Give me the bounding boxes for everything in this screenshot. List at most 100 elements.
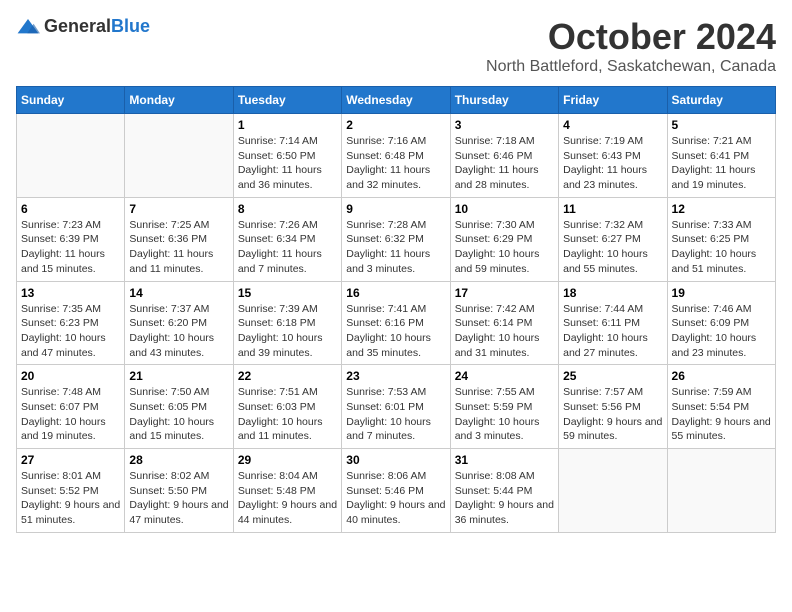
- col-header-tuesday: Tuesday: [233, 87, 341, 114]
- calendar-cell: 26 Sunrise: 7:59 AM Sunset: 5:54 PM Dayli…: [667, 365, 775, 449]
- col-header-saturday: Saturday: [667, 87, 775, 114]
- day-number: 8: [238, 202, 337, 216]
- day-details: Sunrise: 8:06 AM Sunset: 5:46 PM Dayligh…: [346, 469, 445, 528]
- calendar-cell: 19Sunrise: 7:46 AM Sunset: 6:09 PM Dayli…: [667, 281, 775, 365]
- day-number: 22: [238, 369, 337, 383]
- col-header-thursday: Thursday: [450, 87, 558, 114]
- logo: GeneralBlue: [16, 16, 150, 37]
- calendar-cell: 1 Sunrise: 7:14 AM Sunset: 6:50 PM Daylig…: [233, 114, 341, 198]
- day-details: Sunrise: 7:51 AM Sunset: 6:03 PM Dayligh…: [238, 385, 337, 444]
- calendar-cell: [559, 449, 667, 533]
- day-number: 1: [238, 118, 337, 132]
- calendar-cell: 23 Sunrise: 7:53 AM Sunset: 6:01 PM Dayli…: [342, 365, 450, 449]
- day-number: 4: [563, 118, 662, 132]
- day-details: Sunrise: 7:44 AM Sunset: 6:11 PM Dayligh…: [563, 302, 662, 361]
- calendar-cell: 9Sunrise: 7:28 AM Sunset: 6:32 PM Daylig…: [342, 197, 450, 281]
- day-details: Sunrise: 7:39 AM Sunset: 6:18 PM Dayligh…: [238, 302, 337, 361]
- calendar-week-row: 6 Sunrise: 7:23 AM Sunset: 6:39 PM Daylig…: [17, 197, 776, 281]
- calendar-cell: 20Sunrise: 7:48 AM Sunset: 6:07 PM Dayli…: [17, 365, 125, 449]
- location: North Battleford, Saskatchewan, Canada: [486, 58, 776, 76]
- day-number: 21: [129, 369, 228, 383]
- day-number: 26: [672, 369, 771, 383]
- day-details: Sunrise: 8:04 AM Sunset: 5:48 PM Dayligh…: [238, 469, 337, 528]
- calendar-cell: 18Sunrise: 7:44 AM Sunset: 6:11 PM Dayli…: [559, 281, 667, 365]
- day-details: Sunrise: 7:18 AM Sunset: 6:46 PM Dayligh…: [455, 134, 554, 193]
- day-details: Sunrise: 7:37 AM Sunset: 6:20 PM Dayligh…: [129, 302, 228, 361]
- day-number: 29: [238, 453, 337, 467]
- calendar-cell: 6 Sunrise: 7:23 AM Sunset: 6:39 PM Daylig…: [17, 197, 125, 281]
- day-number: 31: [455, 453, 554, 467]
- day-details: Sunrise: 7:53 AM Sunset: 6:01 PM Dayligh…: [346, 385, 445, 444]
- logo-blue: Blue: [111, 16, 150, 36]
- logo-general: General: [44, 16, 111, 36]
- day-details: Sunrise: 7:59 AM Sunset: 5:54 PM Dayligh…: [672, 385, 771, 444]
- day-details: Sunrise: 7:55 AM Sunset: 5:59 PM Dayligh…: [455, 385, 554, 444]
- calendar-cell: 21Sunrise: 7:50 AM Sunset: 6:05 PM Dayli…: [125, 365, 233, 449]
- day-details: Sunrise: 7:41 AM Sunset: 6:16 PM Dayligh…: [346, 302, 445, 361]
- day-number: 15: [238, 286, 337, 300]
- calendar-cell: 27Sunrise: 8:01 AM Sunset: 5:52 PM Dayli…: [17, 449, 125, 533]
- day-number: 6: [21, 202, 120, 216]
- day-details: Sunrise: 7:48 AM Sunset: 6:07 PM Dayligh…: [21, 385, 120, 444]
- calendar-cell: 5Sunrise: 7:21 AM Sunset: 6:41 PM Daylig…: [667, 114, 775, 198]
- calendar-cell: 31Sunrise: 8:08 AM Sunset: 5:44 PM Dayli…: [450, 449, 558, 533]
- day-number: 10: [455, 202, 554, 216]
- calendar-week-row: 20Sunrise: 7:48 AM Sunset: 6:07 PM Dayli…: [17, 365, 776, 449]
- calendar-week-row: 13 Sunrise: 7:35 AM Sunset: 6:23 PM Dayli…: [17, 281, 776, 365]
- day-details: Sunrise: 7:16 AM Sunset: 6:48 PM Dayligh…: [346, 134, 445, 193]
- day-number: 13: [21, 286, 120, 300]
- day-details: Sunrise: 7:35 AM Sunset: 6:23 PM Dayligh…: [21, 302, 120, 361]
- calendar-cell: 10 Sunrise: 7:30 AM Sunset: 6:29 PM Dayli…: [450, 197, 558, 281]
- col-header-monday: Monday: [125, 87, 233, 114]
- calendar-week-row: 27Sunrise: 8:01 AM Sunset: 5:52 PM Dayli…: [17, 449, 776, 533]
- day-details: Sunrise: 8:02 AM Sunset: 5:50 PM Dayligh…: [129, 469, 228, 528]
- day-number: 28: [129, 453, 228, 467]
- calendar-cell: [17, 114, 125, 198]
- day-details: Sunrise: 7:14 AM Sunset: 6:50 PM Dayligh…: [238, 134, 337, 193]
- calendar-cell: 13 Sunrise: 7:35 AM Sunset: 6:23 PM Dayli…: [17, 281, 125, 365]
- day-number: 25: [563, 369, 662, 383]
- calendar-cell: 8 Sunrise: 7:26 AM Sunset: 6:34 PM Daylig…: [233, 197, 341, 281]
- calendar-cell: 29 Sunrise: 8:04 AM Sunset: 5:48 PM Dayli…: [233, 449, 341, 533]
- day-number: 30: [346, 453, 445, 467]
- calendar-cell: 14 Sunrise: 7:37 AM Sunset: 6:20 PM Dayli…: [125, 281, 233, 365]
- calendar-cell: 22 Sunrise: 7:51 AM Sunset: 6:03 PM Dayli…: [233, 365, 341, 449]
- day-details: Sunrise: 7:26 AM Sunset: 6:34 PM Dayligh…: [238, 218, 337, 277]
- day-details: Sunrise: 7:33 AM Sunset: 6:25 PM Dayligh…: [672, 218, 771, 277]
- col-header-sunday: Sunday: [17, 87, 125, 114]
- day-details: Sunrise: 8:01 AM Sunset: 5:52 PM Dayligh…: [21, 469, 120, 528]
- logo-icon: [16, 17, 40, 37]
- day-number: 24: [455, 369, 554, 383]
- header: GeneralBlue October 2024 North Battlefor…: [16, 16, 776, 76]
- calendar-cell: 2 Sunrise: 7:16 AM Sunset: 6:48 PM Daylig…: [342, 114, 450, 198]
- col-header-friday: Friday: [559, 87, 667, 114]
- calendar-cell: 30 Sunrise: 8:06 AM Sunset: 5:46 PM Dayli…: [342, 449, 450, 533]
- day-number: 17: [455, 286, 554, 300]
- calendar-cell: 16 Sunrise: 7:41 AM Sunset: 6:16 PM Dayli…: [342, 281, 450, 365]
- day-details: Sunrise: 7:30 AM Sunset: 6:29 PM Dayligh…: [455, 218, 554, 277]
- day-details: Sunrise: 7:42 AM Sunset: 6:14 PM Dayligh…: [455, 302, 554, 361]
- day-number: 5: [672, 118, 771, 132]
- day-number: 3: [455, 118, 554, 132]
- day-number: 7: [129, 202, 228, 216]
- calendar-cell: 7Sunrise: 7:25 AM Sunset: 6:36 PM Daylig…: [125, 197, 233, 281]
- day-number: 16: [346, 286, 445, 300]
- calendar-table: SundayMondayTuesdayWednesdayThursdayFrid…: [16, 86, 776, 533]
- day-number: 9: [346, 202, 445, 216]
- title-area: October 2024 North Battleford, Saskatche…: [486, 16, 776, 76]
- day-details: Sunrise: 7:57 AM Sunset: 5:56 PM Dayligh…: [563, 385, 662, 444]
- calendar-cell: 11Sunrise: 7:32 AM Sunset: 6:27 PM Dayli…: [559, 197, 667, 281]
- month-year: October 2024: [486, 16, 776, 58]
- col-header-wednesday: Wednesday: [342, 87, 450, 114]
- calendar-cell: 24 Sunrise: 7:55 AM Sunset: 5:59 PM Dayli…: [450, 365, 558, 449]
- day-number: 23: [346, 369, 445, 383]
- calendar-cell: [125, 114, 233, 198]
- calendar-cell: 4Sunrise: 7:19 AM Sunset: 6:43 PM Daylig…: [559, 114, 667, 198]
- calendar-week-row: 1 Sunrise: 7:14 AM Sunset: 6:50 PM Daylig…: [17, 114, 776, 198]
- day-details: Sunrise: 7:23 AM Sunset: 6:39 PM Dayligh…: [21, 218, 120, 277]
- day-number: 2: [346, 118, 445, 132]
- day-number: 19: [672, 286, 771, 300]
- day-number: 14: [129, 286, 228, 300]
- calendar-cell: 17 Sunrise: 7:42 AM Sunset: 6:14 PM Dayli…: [450, 281, 558, 365]
- day-details: Sunrise: 7:32 AM Sunset: 6:27 PM Dayligh…: [563, 218, 662, 277]
